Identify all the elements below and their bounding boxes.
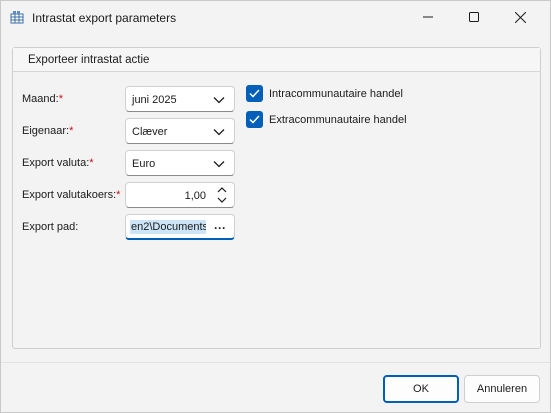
chevron-down-icon [213,129,225,136]
close-icon [514,11,526,23]
chevron-down-icon [213,161,225,168]
required-mark: * [69,125,74,137]
export-valuta-value: Euro [132,158,156,170]
maand-label: Maand:* [22,93,63,105]
checkmark-icon [249,89,260,98]
browse-button[interactable]: ··· [214,221,226,235]
group-title: Exporteer intrastat actie [28,54,150,66]
export-pad-value: en2\Documents [130,220,206,234]
extracommunautaire-checkbox[interactable] [246,111,263,128]
checkmark-icon [249,115,260,124]
extracommunautaire-label: Extracommunautaire handel [269,114,407,126]
ok-button[interactable]: OK [383,375,459,403]
cancel-button[interactable]: Annuleren [464,375,540,403]
window-title: Intrastat export parameters [32,11,177,25]
export-valutakoers-stepper[interactable]: 1,00 [125,182,235,208]
eigenaar-value: Clæver [132,126,168,138]
eigenaar-dropdown[interactable]: Clæver [125,118,235,144]
group-header: Exporteer intrastat actie [13,48,540,72]
chevron-down-icon [213,97,225,104]
export-valutakoers-value: 1,00 [184,190,206,202]
minimize-icon [423,16,433,18]
export-valuta-label: Export valuta:* [22,157,94,169]
intracommunautaire-checkbox[interactable] [246,85,263,102]
export-valutakoers-label: Export valutakoers:* [22,189,121,201]
export-pad-input[interactable]: en2\Documents ··· [125,214,235,240]
close-button[interactable] [497,1,543,33]
footer-divider [1,362,550,363]
export-valuta-dropdown[interactable]: Euro [125,150,235,176]
minimize-button[interactable] [405,1,451,33]
intracommunautaire-label: Intracommunautaire handel [269,88,403,100]
title-bar: Intrastat export parameters [1,1,550,33]
maand-value: juni 2025 [132,94,177,106]
table-grid-icon [10,11,24,24]
eigenaar-label: Eigenaar:* [22,125,74,137]
required-mark: * [89,157,94,169]
spin-arrows-icon[interactable] [216,185,228,205]
maximize-button[interactable] [451,1,497,33]
export-pad-label: Export pad: [22,221,79,233]
dialog-window: Intrastat export parameters Exporteer in… [0,0,551,413]
maand-dropdown[interactable]: juni 2025 [125,86,235,112]
required-mark: * [116,189,121,201]
maximize-icon [469,12,479,22]
required-mark: * [58,93,63,105]
